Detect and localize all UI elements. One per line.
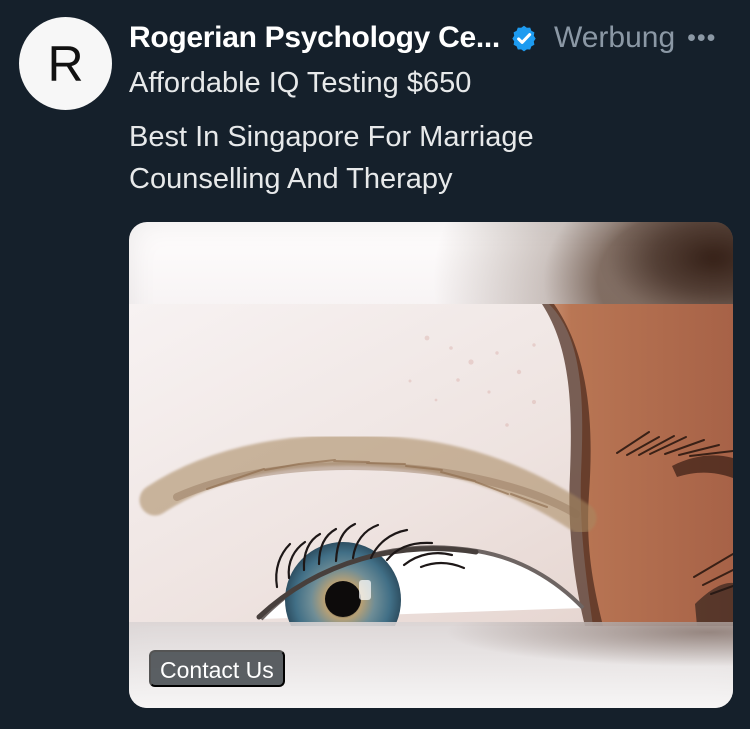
- ad-description-line-2: Counselling And Therapy: [129, 163, 453, 195]
- contact-us-button[interactable]: Contact Us: [149, 650, 285, 687]
- ad-description-line-1: Best In Singapore For Marriage: [129, 121, 534, 153]
- account-avatar[interactable]: R: [19, 17, 112, 110]
- more-dots-icon[interactable]: •••: [687, 25, 716, 51]
- verified-badge-icon: [512, 25, 536, 52]
- ad-media-card[interactable]: Contact Us: [129, 222, 733, 708]
- account-name[interactable]: Rogerian Psychology Ce...: [129, 21, 500, 55]
- avatar-letter: R: [47, 35, 84, 92]
- eyes-photo: [129, 304, 733, 626]
- promoted-tweet[interactable]: R Rogerian Psychology Ce... Werbung ••• …: [0, 0, 750, 729]
- eyes-illustration: [129, 304, 733, 626]
- ad-headline: Affordable IQ Testing $650: [129, 67, 472, 99]
- tweet-header: Rogerian Psychology Ce... Werbung •••: [129, 18, 734, 58]
- ad-label: Werbung: [553, 21, 676, 54]
